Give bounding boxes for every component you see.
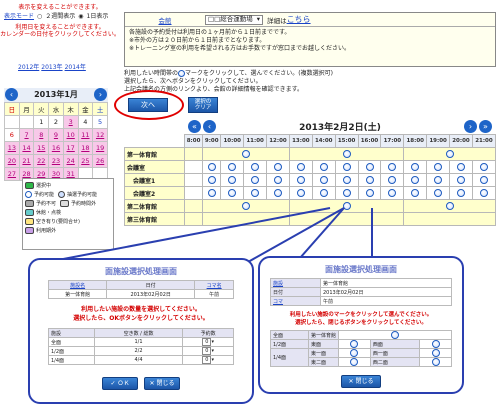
available-mark-icon[interactable] — [350, 340, 359, 348]
close-icon: ✕ — [149, 380, 155, 387]
popup-left-col-reserve: 予約数 — [182, 328, 234, 338]
quantity-select[interactable]: 0 ▾ — [182, 346, 234, 356]
popup-quantity-select: 面施設選択処理画面 施設名 日付 コマ名 第一体育館 2013年02月02日 午… — [28, 258, 254, 404]
popup-right-msg-2: 選択したら、閉じるボタンをクリックしてください。 — [295, 320, 427, 326]
chevron-down-icon: ▾ — [211, 348, 214, 354]
popup-left-title: 面施設選択処理画面 — [105, 267, 177, 276]
available-mark-icon[interactable] — [350, 358, 359, 366]
popup-right-info-table: 施設 第一体育館 日付 2013年02月02日 コマ 午前 — [270, 278, 452, 306]
area-slot[interactable] — [338, 339, 371, 349]
popup-right-msg-1: 利用したい施設のマークをクリックして選んでください。 — [289, 312, 433, 318]
available-mark-icon[interactable] — [350, 349, 359, 357]
popup-left-header-koma: コマ名 — [194, 280, 234, 290]
popup-left-msg-2: 選択したら、OKボタンをクリックしてください。 — [73, 315, 209, 322]
popup-left-ok-button[interactable]: ✓ ＯＫ — [102, 377, 138, 390]
popup-left-date: 2013年02月02日 — [106, 289, 196, 299]
area-slot[interactable] — [338, 330, 452, 340]
popup-left-header-date: 日付 — [106, 280, 196, 290]
callout-line-left-a — [57, 207, 331, 261]
quantity-select[interactable]: 0 ▾ — [182, 355, 234, 365]
callout-line-left-b — [247, 207, 345, 263]
available-mark-icon[interactable] — [431, 349, 440, 357]
popup-left-facility: 第一体育館 — [47, 289, 108, 299]
popup-left-col-availability: 空き数 / 総数 — [93, 328, 184, 338]
table-row: 1/4面 4/4 0 ▾ — [48, 355, 234, 365]
popup-left-quantity-table: 施設 空き数 / 総数 予約数 全面 1/1 0 ▾ 1/2面 2/2 0 ▾ 1/… — [48, 328, 234, 365]
popup-left-buttons: ✓ ＯＫ ✕ 閉じる — [48, 377, 234, 390]
popup-left-header-facility: 施設名 — [47, 280, 108, 290]
check-icon: ✓ — [110, 380, 116, 387]
area-slot[interactable] — [419, 339, 452, 349]
available-mark-icon[interactable] — [431, 340, 440, 348]
quantity-select[interactable]: 0 ▾ — [182, 337, 234, 347]
popup-left-msg-1: 利用したい施設の数量を選択してください。 — [81, 306, 201, 313]
area-slot[interactable] — [338, 348, 371, 358]
popup-left-close-button[interactable]: ✕ 閉じる — [144, 377, 180, 390]
popup-right-title: 面施設選択処理画面 — [325, 265, 397, 274]
callout-line-right-a — [299, 207, 345, 259]
popup-right-close-button[interactable]: ✕ 閉じる — [341, 375, 381, 388]
popup-area-select: 面施設選択処理画面 施設 第一体育館 日付 2013年02月02日 コマ 午前 利用し… — [258, 256, 464, 394]
area-slot[interactable] — [419, 348, 452, 358]
chevron-down-icon: ▾ — [211, 339, 214, 345]
area-slot[interactable] — [419, 357, 452, 367]
area-slot[interactable] — [338, 357, 371, 367]
popup-left-info-table: 施設名 日付 コマ名 第一体育館 2013年02月02日 午前 — [47, 280, 234, 299]
popup-right-area-table: 全面 第一体育館 1/2面 東面 西面 1/4面 東一面 西一面 東二面 西二面 — [270, 330, 452, 367]
available-mark-icon[interactable] — [391, 331, 399, 339]
popup-left-col-facility: 施設 — [48, 328, 95, 338]
table-row: 1/2面 2/2 0 ▾ — [48, 346, 234, 356]
chevron-down-icon: ▾ — [211, 357, 214, 363]
table-row: 全面 1/1 0 ▾ — [48, 337, 234, 347]
close-icon: ✕ — [348, 378, 354, 385]
available-mark-icon[interactable] — [431, 358, 440, 366]
popup-left-koma: 午前 — [194, 289, 234, 299]
popup-right-buttons: ✕ 閉じる — [270, 375, 452, 388]
